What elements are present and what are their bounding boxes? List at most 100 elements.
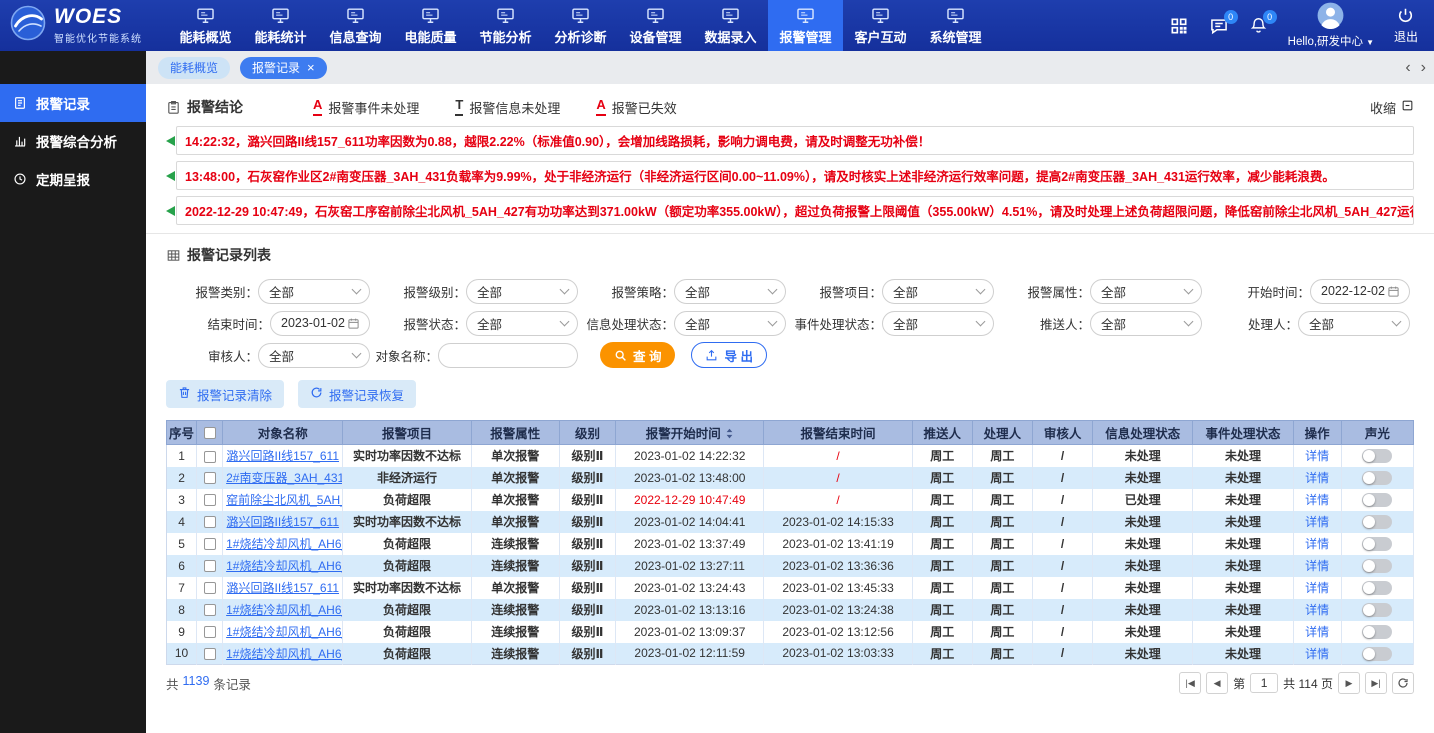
- handler-select[interactable]: 全部: [1298, 311, 1410, 336]
- nav-item-data-entry[interactable]: 数据录入: [693, 0, 768, 51]
- auditor-select[interactable]: 全部: [258, 343, 370, 368]
- object-name-link[interactable]: 1#烧结冷却风机_AH6_...: [226, 559, 343, 573]
- sound-light-toggle[interactable]: [1362, 537, 1392, 551]
- object-name-link[interactable]: 潞兴回路II线157_611: [227, 581, 340, 595]
- sound-light-toggle[interactable]: [1362, 625, 1392, 639]
- search-button[interactable]: 查 询: [600, 342, 675, 368]
- detail-link[interactable]: 详情: [1305, 493, 1329, 507]
- detail-link[interactable]: 详情: [1305, 471, 1329, 485]
- qr-code-icon[interactable]: [1169, 16, 1189, 36]
- detail-link[interactable]: 详情: [1305, 581, 1329, 595]
- user-menu[interactable]: Hello,研发中心▼: [1288, 2, 1374, 49]
- row-checkbox[interactable]: [204, 516, 216, 528]
- page-input[interactable]: [1250, 673, 1278, 693]
- alarm-strategy-select[interactable]: 全部: [674, 279, 786, 304]
- sidebar-item-alarm-comprehensive-analysis[interactable]: 报警综合分析: [0, 122, 146, 160]
- row-checkbox[interactable]: [204, 494, 216, 506]
- object-name-input[interactable]: [438, 343, 578, 368]
- object-name-link[interactable]: 1#烧结冷却风机_AH6_...: [226, 647, 343, 661]
- nav-item-energy-overview[interactable]: 能耗概览: [168, 0, 243, 51]
- bell-icon[interactable]: 0: [1249, 16, 1268, 35]
- next-page-button[interactable]: ▶: [1338, 672, 1360, 694]
- sound-light-toggle[interactable]: [1362, 493, 1392, 507]
- nav-item-device-management[interactable]: 设备管理: [618, 0, 693, 51]
- row-checkbox[interactable]: [204, 451, 216, 463]
- filter-label: 报警类别：: [195, 282, 258, 301]
- sound-light-toggle[interactable]: [1362, 471, 1392, 485]
- export-button[interactable]: 导 出: [691, 342, 766, 368]
- object-name-link[interactable]: 1#烧结冷却风机_AH6_...: [226, 603, 343, 617]
- detail-link[interactable]: 详情: [1305, 537, 1329, 551]
- restore-records-button[interactable]: 报警记录恢复: [298, 380, 416, 408]
- close-icon[interactable]: ×: [307, 61, 315, 74]
- tab-scroll-right-icon[interactable]: ›: [1421, 60, 1426, 76]
- nav-item-alarm-management[interactable]: 报警管理: [768, 0, 843, 51]
- sound-light-toggle[interactable]: [1362, 559, 1392, 573]
- alarm-project-select[interactable]: 全部: [882, 279, 994, 304]
- row-checkbox[interactable]: [204, 582, 216, 594]
- link-alarm-expired[interactable]: A报警已失效: [596, 98, 676, 117]
- logout-button[interactable]: 退出: [1394, 7, 1418, 45]
- first-page-button[interactable]: |◀: [1179, 672, 1201, 694]
- detail-link[interactable]: 详情: [1305, 647, 1329, 661]
- object-name-link[interactable]: 潞兴回路II线157_611: [227, 449, 340, 463]
- clear-records-button[interactable]: 报警记录清除: [166, 380, 284, 408]
- row-checkbox[interactable]: [204, 604, 216, 616]
- sidebar-item-alarm-records[interactable]: 报警记录: [0, 84, 146, 122]
- pusher-select[interactable]: 全部: [1090, 311, 1202, 336]
- nav-item-label: 设备管理: [629, 27, 681, 46]
- sound-light-toggle[interactable]: [1362, 603, 1392, 617]
- nav-item-analysis-diagnosis[interactable]: 分析诊断: [543, 0, 618, 51]
- nav-item-info-query[interactable]: 信息查询: [318, 0, 393, 51]
- sound-light-toggle[interactable]: [1362, 581, 1392, 595]
- chat-icon[interactable]: 0: [1209, 16, 1229, 36]
- link-alarm-events-unprocessed[interactable]: A报警事件未处理: [313, 98, 419, 117]
- detail-link[interactable]: 详情: [1305, 559, 1329, 573]
- chevron-down-icon: [560, 284, 570, 294]
- tab-scroll-left-icon[interactable]: ‹: [1405, 60, 1410, 76]
- object-name-link[interactable]: 1#烧结冷却风机_AH6_...: [226, 625, 343, 639]
- row-checkbox[interactable]: [204, 560, 216, 572]
- row-checkbox[interactable]: [204, 472, 216, 484]
- nav-item-customer-interaction[interactable]: 客户互动: [843, 0, 918, 51]
- info-process-status-select[interactable]: 全部: [674, 311, 786, 336]
- row-checkbox[interactable]: [204, 648, 216, 660]
- link-alarm-info-unprocessed[interactable]: T报警信息未处理: [455, 98, 560, 117]
- refresh-icon[interactable]: [1392, 672, 1414, 694]
- sort-icon[interactable]: [725, 428, 734, 439]
- last-page-button[interactable]: ▶|: [1365, 672, 1387, 694]
- tab-alarm-records[interactable]: 报警记录×: [240, 57, 327, 79]
- detail-link[interactable]: 详情: [1305, 515, 1329, 529]
- alarm-category-select[interactable]: 全部: [258, 279, 370, 304]
- sidebar-item-periodic-report[interactable]: 定期呈报: [0, 160, 146, 198]
- nav-item-system-management[interactable]: 系统管理: [918, 0, 993, 51]
- tab-energy-overview[interactable]: 能耗概览: [158, 57, 230, 79]
- detail-link[interactable]: 详情: [1305, 449, 1329, 463]
- records-title: 报警记录列表: [166, 244, 1414, 266]
- object-name-link[interactable]: 潞兴回路II线157_611: [227, 515, 340, 529]
- alarm-attribute-select[interactable]: 全部: [1090, 279, 1202, 304]
- nav-item-energy-saving-analysis[interactable]: 节能分析: [468, 0, 543, 51]
- object-name-link[interactable]: 1#烧结冷却风机_AH6_...: [226, 537, 343, 551]
- detail-link[interactable]: 详情: [1305, 603, 1329, 617]
- alarm-status-select[interactable]: 全部: [466, 311, 578, 336]
- detail-link[interactable]: 详情: [1305, 625, 1329, 639]
- alarm-table-body: 1潞兴回路II线157_611实时功率因数不达标单次报警级别Ⅱ2023-01-0…: [167, 445, 1414, 665]
- sound-light-toggle[interactable]: [1362, 647, 1392, 661]
- prev-page-button[interactable]: ◀: [1206, 672, 1228, 694]
- start-time-input[interactable]: 2022-12-02: [1310, 279, 1410, 304]
- collapse-button[interactable]: 收缩: [1370, 98, 1414, 117]
- cell-pusher: 周工: [912, 621, 972, 643]
- end-time-input[interactable]: 2023-01-02: [270, 311, 370, 336]
- nav-item-energy-stats[interactable]: 能耗统计: [243, 0, 318, 51]
- sound-light-toggle[interactable]: [1362, 515, 1392, 529]
- event-process-status-select[interactable]: 全部: [882, 311, 994, 336]
- nav-item-power-quality[interactable]: 电能质量: [393, 0, 468, 51]
- sound-light-toggle[interactable]: [1362, 449, 1392, 463]
- alarm-level-select[interactable]: 全部: [466, 279, 578, 304]
- object-name-link[interactable]: 窑前除尘北风机_5AH_...: [226, 493, 343, 507]
- row-checkbox[interactable]: [204, 626, 216, 638]
- select-all-checkbox[interactable]: [204, 427, 216, 439]
- row-checkbox[interactable]: [204, 538, 216, 550]
- object-name-link[interactable]: 2#南变压器_3AH_431: [226, 471, 343, 485]
